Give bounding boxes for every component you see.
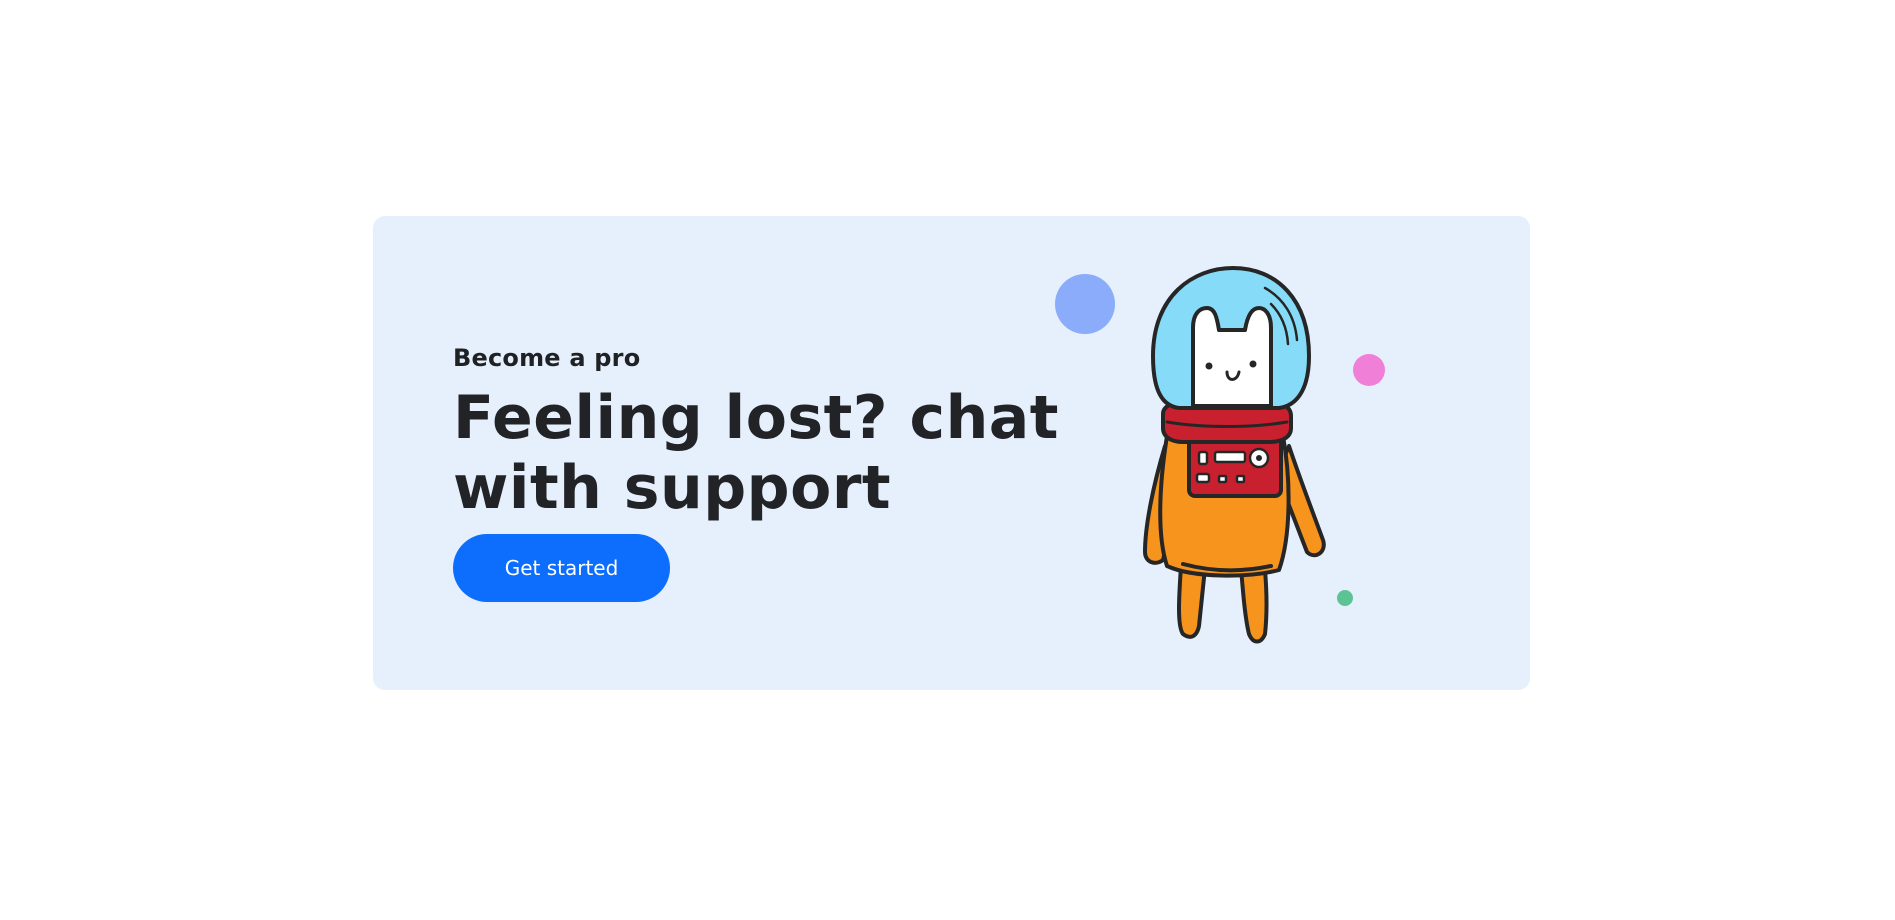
bubble-green-icon bbox=[1337, 590, 1353, 606]
banner-headline-line-1: Feeling lost? chat bbox=[453, 383, 1059, 453]
bubble-pink-icon bbox=[1353, 354, 1385, 386]
astronaut-cat-icon bbox=[1143, 266, 1326, 644]
bubble-blue-icon bbox=[1055, 274, 1115, 334]
banner-headline-line-2: with support bbox=[453, 453, 892, 523]
get-started-button[interactable]: Get started bbox=[453, 534, 670, 602]
banner-headline: Feeling lost? chat with support bbox=[453, 383, 1073, 523]
support-banner-card: Become a pro Feeling lost? chat with sup… bbox=[373, 216, 1530, 690]
banner-eyebrow: Become a pro bbox=[453, 344, 641, 372]
astronaut-illustration bbox=[1055, 266, 1385, 644]
banner-text-block: Become a pro Feeling lost? chat with sup… bbox=[453, 341, 1073, 523]
